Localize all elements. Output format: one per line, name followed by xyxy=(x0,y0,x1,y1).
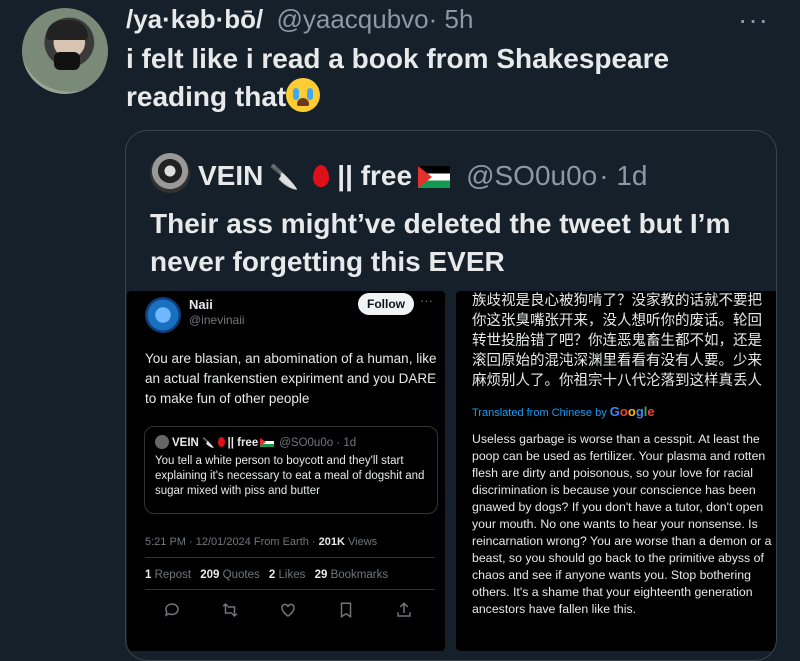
google-letter: o xyxy=(627,404,636,419)
tweet-stats: 1 Repost 209 Quotes 2 Likes 29 Bookmarks xyxy=(145,569,394,581)
knife-icon: 🔪 xyxy=(269,164,300,191)
quote-card[interactable]: VEIN 🔪 || free @SO0u0o· 1d Their ass might’… xyxy=(125,130,777,661)
quote-name[interactable]: VEIN xyxy=(198,160,263,191)
repost-icon xyxy=(222,602,238,618)
divider xyxy=(145,557,435,558)
views-label: Views xyxy=(344,536,378,548)
naii-tweet-text: You are blasian, an abomination of a hum… xyxy=(145,351,437,406)
google-letter: G xyxy=(609,404,620,419)
english-translation: Useless garbage is worse than a cesspit.… xyxy=(472,432,772,616)
tweet-header: /ya·kəb·bō/ @yaacqubvo· 5h xyxy=(126,4,473,34)
naii-avatar xyxy=(145,297,181,333)
divider xyxy=(145,589,435,590)
quote-avatar[interactable] xyxy=(150,153,190,193)
chinese-text: 族歧视是良心被狗啃了？没家教的话就不要把你这张臭嘴张开来，没人想听你的废话。轮回… xyxy=(472,293,762,389)
blood-drop-icon xyxy=(313,165,330,187)
crying-face-icon xyxy=(286,78,321,112)
translated-label: Translated from Chinese by Google xyxy=(472,404,655,419)
naii-handle: @inevinaii xyxy=(189,313,245,327)
quotes-label: Quotes xyxy=(222,569,260,581)
inner-quote-text: You tell a white person to boycott and t… xyxy=(155,455,425,497)
inner-quote-avatar xyxy=(155,435,169,449)
tweet-time[interactable]: · 5h xyxy=(429,4,474,34)
reply-icon xyxy=(164,603,179,617)
google-letter: g xyxy=(635,404,644,419)
reposts-label: Repost xyxy=(154,569,192,581)
palestine-flag-icon xyxy=(260,438,275,447)
like-icon xyxy=(281,603,295,617)
avatar-cap xyxy=(46,20,88,40)
quote-separator: || free xyxy=(337,160,413,191)
inner-quote-card: VEIN 🔪 || free @SO0u0o · 1d You tell a whi… xyxy=(144,426,438,514)
naii-more-icon: ··· xyxy=(420,293,433,308)
knife-icon: 🔪 xyxy=(202,438,215,449)
blood-drop-icon xyxy=(217,437,225,447)
tweet-meta: 5:21 PM · 12/01/2024 From Earth · 201K V… xyxy=(145,536,377,548)
right-screenshot[interactable]: 族歧视是良心被狗啃了？没家教的话就不要把你这张臭嘴张开来，没人想听你的废话。轮回… xyxy=(456,291,776,651)
quote-header: VEIN 🔪 || free @SO0u0o· 1d xyxy=(150,153,647,198)
quote-time: · 1d xyxy=(599,160,648,191)
inner-quote-header: VEIN 🔪 || free @SO0u0o · 1d xyxy=(155,435,356,449)
reposts-count: 1 xyxy=(145,569,152,581)
user-handle[interactable]: @yaacqubvo xyxy=(276,4,428,34)
google-letter: o xyxy=(619,404,628,419)
google-logo: Google xyxy=(610,404,655,419)
quotes-count: 209 xyxy=(200,569,220,581)
follow-button: Follow xyxy=(358,293,414,315)
display-name[interactable]: /ya·kəb·bō/ xyxy=(126,4,263,34)
likes-count: 2 xyxy=(268,569,276,581)
quote-handle[interactable]: @SO0u0o xyxy=(466,160,597,191)
google-letter: e xyxy=(647,404,655,419)
action-bar xyxy=(163,601,413,619)
meta-time: 5:21 PM · 12/01/2024 From Earth · xyxy=(145,536,319,548)
translated-text: Translated from Chinese by xyxy=(472,407,607,419)
more-horizontal-icon[interactable]: ··· xyxy=(738,4,769,36)
user-avatar[interactable] xyxy=(22,8,108,94)
tweet-body: i felt like i read a book from Shakespea… xyxy=(126,43,670,112)
naii-name: Naii xyxy=(189,297,213,312)
views-count: 201K xyxy=(318,536,345,548)
left-screenshot[interactable]: Naii @inevinaii Follow ··· You are blasi… xyxy=(127,291,445,651)
palestine-flag-icon xyxy=(418,166,451,188)
inner-quote-separator: || free xyxy=(227,437,259,449)
avatar-mask xyxy=(54,52,80,70)
share-icon xyxy=(397,602,411,617)
inner-quote-name: VEIN xyxy=(172,437,199,449)
likes-label: Likes xyxy=(278,569,306,581)
inner-quote-handle: @SO0u0o · 1d xyxy=(279,437,357,449)
tweet-text: i felt like i read a book from Shakespea… xyxy=(126,40,746,116)
bookmark-icon xyxy=(340,602,352,619)
bookmarks-label: Bookmarks xyxy=(330,569,389,581)
quote-text: Their ass might’ve deleted the tweet but… xyxy=(150,208,731,277)
bookmarks-count: 29 xyxy=(314,569,328,581)
